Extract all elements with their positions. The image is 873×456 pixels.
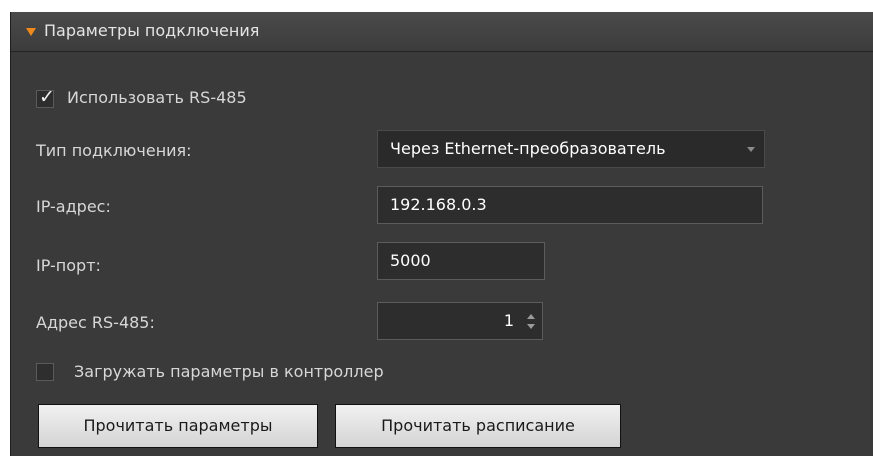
checkmark-icon: ✓: [39, 86, 55, 108]
read-params-button[interactable]: Прочитать параметры: [38, 404, 318, 448]
panel-header[interactable]: Параметры подключения: [11, 12, 873, 52]
ip-address-label: IP-адрес:: [36, 197, 111, 216]
read-schedule-button[interactable]: Прочитать расписание: [335, 404, 621, 448]
spin-up-icon[interactable]: [527, 314, 535, 319]
connection-settings-panel: Параметры подключения ✓ Использовать RS-…: [10, 12, 873, 456]
spin-down-icon[interactable]: [527, 324, 535, 329]
ip-port-input[interactable]: 5000: [377, 242, 545, 280]
upload-params-checkbox[interactable]: [36, 363, 54, 381]
connection-type-label: Тип подключения:: [36, 141, 192, 160]
use-rs485-label: Использовать RS-485: [67, 88, 247, 107]
connection-type-value: Через Ethernet-преобразователь: [390, 139, 666, 158]
page: Параметры подключения ✓ Использовать RS-…: [0, 0, 873, 456]
connection-type-select[interactable]: Через Ethernet-преобразователь: [377, 130, 765, 168]
upload-params-label: Загружать параметры в контроллер: [74, 362, 384, 381]
ip-address-input[interactable]: 192.168.0.3: [377, 186, 763, 224]
panel-title: Параметры подключения: [44, 21, 260, 40]
rs485-address-value: 1: [503, 311, 514, 330]
rs485-address-stepper[interactable]: 1: [377, 302, 543, 340]
collapse-arrow-icon[interactable]: [26, 28, 36, 36]
use-rs485-checkbox[interactable]: ✓: [36, 86, 55, 108]
chevron-down-icon[interactable]: [747, 147, 755, 152]
ip-port-label: IP-порт:: [36, 256, 101, 275]
rs485-address-label: Адрес RS-485:: [36, 313, 155, 332]
